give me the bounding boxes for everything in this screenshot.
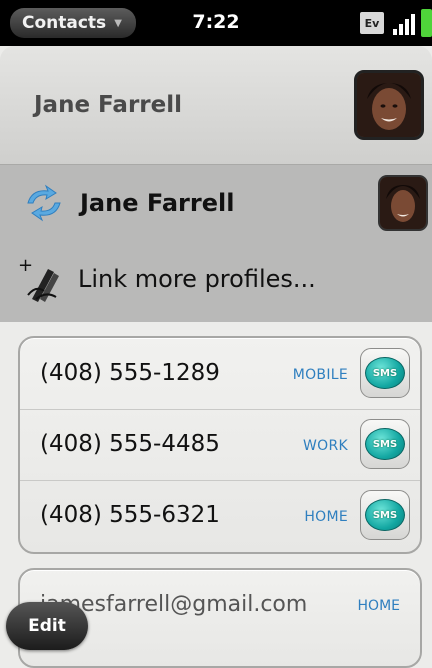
linked-profile-avatar	[378, 175, 428, 231]
phone-type-label: MOBILE	[292, 367, 348, 383]
phone-number: (408) 555-1289	[40, 360, 220, 386]
edit-button[interactable]: Edit	[6, 602, 88, 650]
sms-button[interactable]: SMS	[360, 348, 410, 398]
network-badge: Ev	[360, 12, 384, 34]
linked-profile-row[interactable]: Jane Farrell	[0, 165, 432, 243]
link-profiles-icon: +	[18, 255, 59, 302]
phone-row-work[interactable]: (408) 555-4485 WORK SMS	[20, 409, 420, 481]
status-bar: Contacts ▼ 7:22 Ev	[0, 0, 432, 46]
avatar[interactable]	[354, 70, 424, 140]
phone-numbers-list: (408) 555-1289 MOBILE SMS (408) 555-4485…	[18, 336, 422, 554]
linked-profile-name: Jane Farrell	[80, 189, 235, 217]
signal-strength-icon	[393, 14, 415, 35]
sms-button[interactable]: SMS	[360, 490, 410, 540]
contact-name: Jane Farrell	[34, 92, 182, 118]
email-type-label: HOME	[357, 598, 400, 614]
sms-button[interactable]: SMS	[360, 419, 410, 469]
phone-row-mobile[interactable]: (408) 555-1289 MOBILE SMS	[20, 338, 420, 410]
phone-type-label: WORK	[303, 438, 348, 454]
link-more-profiles-row[interactable]: + Link more profiles...	[0, 243, 432, 321]
person-photo-icon	[380, 177, 426, 229]
link-more-profiles-label: Link more profiles...	[78, 265, 316, 293]
phone-number: (408) 555-6321	[40, 502, 220, 528]
sms-icon: SMS	[365, 499, 405, 531]
phone-row-home[interactable]: (408) 555-6321 HOME SMS	[20, 480, 420, 551]
sms-icon: SMS	[365, 428, 405, 460]
person-photo-icon	[357, 73, 421, 137]
battery-icon	[421, 9, 432, 37]
phone-type-label: HOME	[304, 509, 348, 525]
contact-header: Jane Farrell	[0, 46, 432, 165]
sms-icon: SMS	[365, 357, 405, 389]
phone-number: (408) 555-4485	[40, 431, 220, 457]
svg-text:+: +	[18, 255, 33, 276]
synergy-sync-icon	[27, 184, 61, 222]
linked-profiles-section: Jane Farrell + Link more profiles...	[0, 165, 432, 322]
